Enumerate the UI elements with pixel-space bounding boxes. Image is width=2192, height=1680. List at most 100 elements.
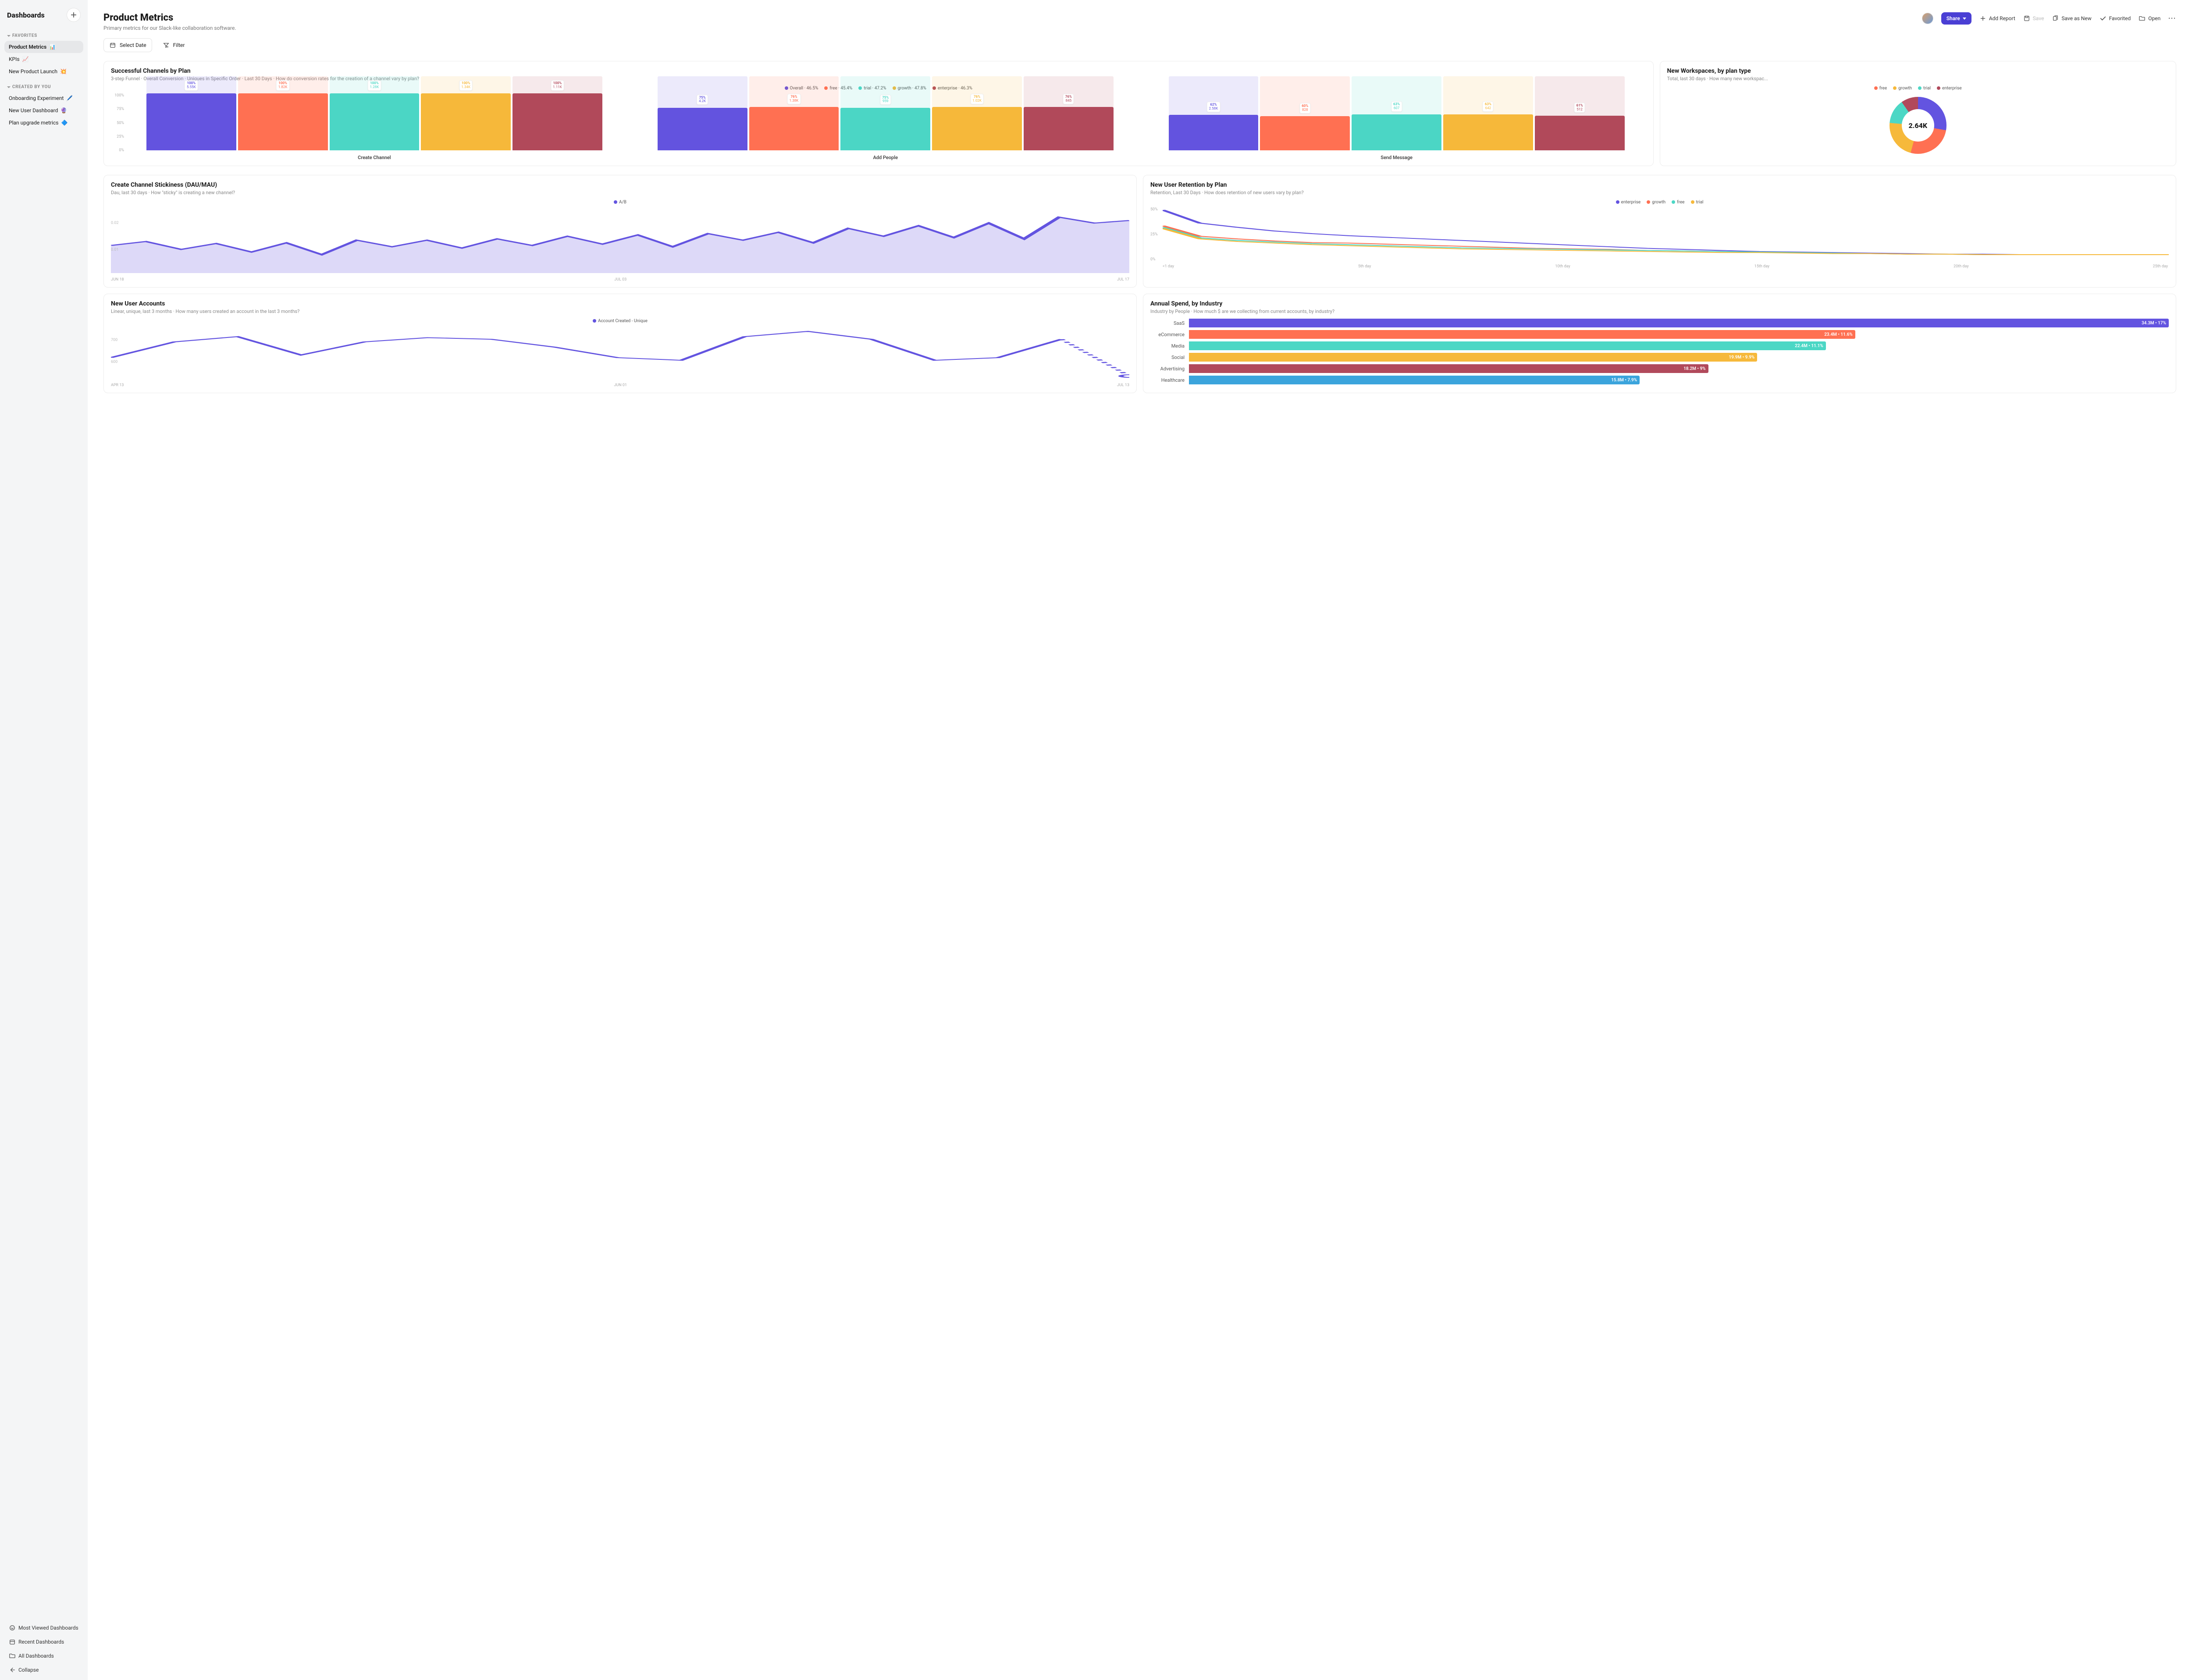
sidebar-item[interactable]: Onboarding Experiment 🖊️	[4, 92, 83, 104]
add-dashboard-button[interactable]	[67, 8, 81, 22]
card-title: New Workspaces, by plan type	[1667, 67, 2169, 75]
bar-label: 63%607	[1391, 101, 1402, 112]
funnel-bar[interactable]: 100%1.11K	[512, 93, 602, 150]
card-subtitle: Industry by People · How much $ are we c…	[1150, 309, 2169, 314]
spend-row-label: Healthcare	[1150, 377, 1185, 383]
spend-row[interactable]: Social 19.9M • 9.9%	[1150, 353, 2169, 362]
spend-row-label: Social	[1150, 355, 1185, 360]
bar-label: 100%1.34K	[459, 80, 473, 91]
spend-row-label: eCommerce	[1150, 332, 1185, 337]
funnel-bar[interactable]: 76%845	[1024, 107, 1114, 150]
funnel-bar[interactable]: 62%2.58K	[1169, 115, 1259, 150]
save-as-new-button[interactable]: Save as New	[2052, 15, 2091, 22]
sidebar-item[interactable]: KPIs 📈	[4, 53, 83, 65]
card-spend[interactable]: Annual Spend, by Industry Industry by Pe…	[1143, 294, 2176, 393]
card-funnel[interactable]: Successful Channels by Plan 3-step Funne…	[103, 61, 1654, 166]
card-stickiness[interactable]: Create Channel Stickiness (DAU/MAU) Dau,…	[103, 175, 1137, 288]
filter-button[interactable]: Filter	[157, 38, 190, 52]
sidebar-footer-item[interactable]: Collapse	[4, 1663, 83, 1676]
sidebar-section-label[interactable]: FAVORITES	[4, 31, 83, 41]
sidebar-item-label: Product Metrics	[9, 44, 46, 50]
select-date-button[interactable]: Select Date	[103, 38, 152, 52]
save-button[interactable]: Save	[2023, 15, 2044, 22]
filter-icon	[163, 42, 170, 49]
funnel-bar[interactable]: 61%512	[1535, 116, 1625, 150]
spend-row[interactable]: eCommerce 23.4M • 11.6%	[1150, 330, 2169, 339]
sidebar-item-emoji: 📈	[22, 56, 29, 62]
funnel-bar[interactable]: 75%959	[840, 108, 930, 151]
bar-label: 76%1.02K	[970, 94, 984, 104]
card-subtitle: Total, last 30 days · How many new works…	[1667, 76, 2169, 82]
funnel-step-name: Send Message	[1381, 155, 1413, 160]
sidebar-footer-item[interactable]: All Dashboards	[4, 1649, 83, 1662]
funnel-bar[interactable]: 75%4.2K	[658, 108, 747, 151]
funnel-bar[interactable]: 63%642	[1443, 114, 1533, 150]
page-subtitle: Primary metrics for our Slack-like colla…	[103, 25, 1915, 31]
sidebar-item-label: New Product Launch	[9, 68, 57, 75]
bar-label: 76%1.38K	[787, 94, 801, 104]
calendar-icon	[109, 42, 116, 49]
donut-legend: freegrowthtrialenterprise	[1667, 86, 2169, 91]
funnel-bar[interactable]: 100%1.82K	[238, 93, 328, 150]
card-donut[interactable]: New Workspaces, by plan type Total, last…	[1660, 61, 2177, 166]
more-menu-button[interactable]: ···	[2168, 15, 2176, 22]
add-report-button[interactable]: Add Report	[1979, 15, 2015, 22]
funnel-step-name: Add People	[873, 155, 898, 160]
funnel-step: 62%2.58K 60%828 63%607 63%642 61%512	[1147, 93, 1646, 160]
collapse-icon	[9, 1666, 16, 1673]
sidebar-footer-item[interactable]: Most Viewed Dashboards	[4, 1621, 83, 1634]
accounts-chart	[111, 326, 1129, 379]
funnel-bar[interactable]: 100%1.34K	[421, 93, 511, 150]
bar-label: 100%1.11K	[551, 80, 564, 91]
favorited-button[interactable]: Favorited	[2099, 15, 2131, 22]
funnel-bar[interactable]: 60%828	[1260, 116, 1350, 150]
funnel-yaxis: 100%75%50%25%0%	[111, 93, 124, 153]
sidebar-footer-item[interactable]: Recent Dashboards	[4, 1635, 83, 1648]
stickiness-legend: A/B	[111, 200, 1129, 205]
bar-label: 76%845	[1063, 94, 1074, 104]
check-icon	[2099, 15, 2107, 22]
funnel-bar[interactable]: 76%1.02K	[932, 107, 1022, 150]
sidebar-item[interactable]: Plan upgrade metrics 🔷	[4, 117, 83, 129]
funnel-step: 75%4.2K 76%1.38K 75%959 76%1.02K 76%845	[636, 93, 1135, 160]
card-subtitle: Linear, unique, last 3 months · How many…	[111, 309, 1129, 314]
spend-row-label: Media	[1150, 343, 1185, 349]
sidebar-item[interactable]: New User Dashboard 🔮	[4, 104, 83, 117]
spend-bars: SaaS 34.3M • 17% eCommerce 23.4M • 11.6%…	[1150, 319, 2169, 384]
donut-center-value: 2.64K	[1902, 109, 1934, 142]
card-retention[interactable]: New User Retention by Plan Retention, La…	[1143, 175, 2176, 288]
card-title: Create Channel Stickiness (DAU/MAU)	[111, 181, 1129, 188]
funnel-bar[interactable]: 100%5.55K	[146, 93, 236, 150]
calendar-icon	[9, 1638, 16, 1645]
folder-icon	[9, 1652, 16, 1659]
bar-label: 63%642	[1483, 101, 1494, 112]
share-button[interactable]: Share	[1941, 12, 1971, 25]
funnel-bar[interactable]: 63%607	[1352, 114, 1441, 150]
spend-row[interactable]: Media 22.4M • 11.1%	[1150, 341, 2169, 350]
funnel-step-name: Create Channel	[358, 155, 391, 160]
bar-label: 62%2.58K	[1207, 102, 1221, 112]
spend-row-value: 22.4M • 11.1%	[1189, 341, 1826, 350]
sidebar-item[interactable]: Product Metrics 📊	[4, 41, 83, 53]
user-avatar[interactable]	[1922, 13, 1933, 24]
stickiness-xaxis: JUN 18 JUL 03 JUL 17	[111, 277, 1129, 282]
sidebar-title: Dashboards	[7, 11, 45, 19]
funnel-bar[interactable]: 76%1.38K	[749, 107, 839, 150]
page-header: Product Metrics Primary metrics for our …	[103, 12, 2176, 31]
spend-row[interactable]: Advertising 18.2M • 9%	[1150, 364, 2169, 373]
bar-label: 61%512	[1574, 103, 1585, 113]
folder-icon	[2139, 15, 2146, 22]
card-accounts[interactable]: New User Accounts Linear, unique, last 3…	[103, 294, 1137, 393]
retention-legend: enterprisegrowthfreetrial	[1150, 200, 2169, 205]
sidebar-item-label: New User Dashboard	[9, 107, 58, 114]
funnel-bar[interactable]: 100%1.28K	[330, 93, 420, 150]
sidebar-section-label[interactable]: CREATED BY YOU	[4, 82, 83, 92]
spend-row[interactable]: Healthcare 15.8M • 7.9%	[1150, 376, 2169, 384]
sidebar-item[interactable]: New Product Launch 💥	[4, 65, 83, 78]
sidebar-item-label: Onboarding Experiment	[9, 95, 64, 101]
bar-label: 100%5.55K	[185, 80, 198, 91]
accounts-legend: Account Created - Unique	[111, 319, 1129, 323]
retention-chart	[1163, 207, 2169, 260]
open-button[interactable]: Open	[2139, 15, 2160, 22]
spend-row[interactable]: SaaS 34.3M • 17%	[1150, 319, 2169, 327]
